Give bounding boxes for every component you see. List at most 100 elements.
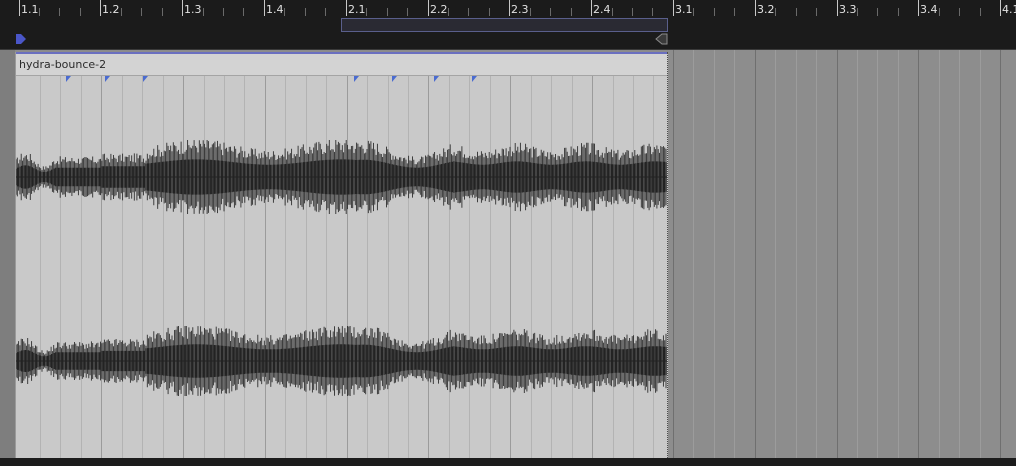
grid-line (939, 50, 940, 458)
clip-header[interactable]: hydra-bounce-2 (16, 54, 667, 76)
ruler-beat-tick (673, 0, 674, 16)
loop-end-marker-icon[interactable] (654, 33, 668, 45)
clip-name: hydra-bounce-2 (19, 58, 107, 71)
bottom-scrollbar[interactable] (0, 458, 1016, 466)
transient-marker-icon[interactable] (105, 76, 110, 82)
ruler-subdivision-tick (693, 8, 694, 16)
clip-grid-line (40, 76, 41, 458)
clip-grid-line (428, 76, 429, 458)
grid-line (775, 50, 776, 458)
grid-line (714, 50, 715, 458)
timeline-ruler[interactable]: 1.1 1.2 1.3 1.4 2.1 2.2 2.3 2.4 3.1 3.2 3.3 3.4 4.1 (0, 0, 1016, 50)
ruler-subdivision-tick (80, 8, 81, 16)
ruler-subdivision-tick (939, 8, 940, 16)
loop-region[interactable] (341, 18, 668, 32)
grid-line (693, 50, 694, 458)
transient-marker-icon[interactable] (66, 76, 71, 82)
ruler-subdivision-tick (980, 8, 981, 16)
clip-grid-line (163, 76, 164, 458)
ruler-beat-tick (837, 0, 838, 16)
clip-grid-line (551, 76, 552, 458)
clip-body[interactable] (16, 76, 667, 458)
ruler-beat-tick (182, 0, 183, 16)
ruler-beat-label: 2.2 (430, 3, 448, 16)
ruler-subdivision-tick (366, 8, 367, 16)
transient-marker-icon[interactable] (143, 76, 148, 82)
ruler-beat-label: 2.1 (348, 3, 366, 16)
clip-grid-line (204, 76, 205, 458)
ruler-beat-tick (591, 0, 592, 16)
ruler-beat-label: 1.1 (21, 3, 39, 16)
clip-grid-line (244, 76, 245, 458)
ruler-subdivision-tick (141, 8, 142, 16)
ruler-subdivision-tick (877, 8, 878, 16)
ruler-beat-tick (509, 0, 510, 16)
ruler-subdivision-tick (632, 8, 633, 16)
clip-grid-line (285, 76, 286, 458)
clip-grid-line (653, 76, 654, 458)
grid-line (1000, 50, 1001, 458)
ruler-subdivision-tick (489, 8, 490, 16)
ruler-beat-label: 2.3 (511, 3, 529, 16)
grid-line (734, 50, 735, 458)
ruler-subdivision-tick (734, 8, 735, 16)
ruler-subdivision-tick (857, 8, 858, 16)
clip-grid-line (572, 76, 573, 458)
clip-grid-line (633, 76, 634, 458)
clip-grid-line (388, 76, 389, 458)
grid-line (959, 50, 960, 458)
ruler-beat-label: 3.2 (757, 3, 775, 16)
clip-grid-line (490, 76, 491, 458)
ruler-subdivision-tick (612, 8, 613, 16)
clip-grid-line (347, 76, 348, 458)
ruler-beat-tick (264, 0, 265, 16)
clip-grid-line (510, 76, 511, 458)
ruler-beat-label: 1.2 (102, 3, 120, 16)
grid-line (755, 50, 756, 458)
ruler-subdivision-tick (775, 8, 776, 16)
ruler-subdivision-tick (571, 8, 572, 16)
clip-grid-line (367, 76, 368, 458)
ruler-beat-tick (100, 0, 101, 16)
clip-grid-line (224, 76, 225, 458)
grid-line (918, 50, 919, 458)
waveform-channel-right (16, 326, 667, 396)
ruler-beat-tick (428, 0, 429, 16)
ruler-subdivision-tick (796, 8, 797, 16)
playhead-start-marker-icon[interactable] (15, 33, 27, 45)
grid-line (673, 50, 674, 458)
clip-grid-line (592, 76, 593, 458)
clip-grid-line (531, 76, 532, 458)
ruler-beat-label: 3.4 (920, 3, 938, 16)
clip-grid-line (60, 76, 61, 458)
transient-marker-icon[interactable] (472, 76, 477, 82)
ruler-beat-tick (918, 0, 919, 16)
ruler-subdivision-tick (284, 8, 285, 16)
ruler-subdivision-tick (387, 8, 388, 16)
transient-marker-icon[interactable] (392, 76, 397, 82)
clip-grid-line (469, 76, 470, 458)
ruler-beat-tick (19, 0, 20, 16)
track-lane[interactable]: hydra-bounce-2 (0, 50, 1016, 458)
ruler-subdivision-tick (305, 8, 306, 16)
empty-lane-area[interactable] (668, 50, 1016, 458)
ruler-beat-tick (755, 0, 756, 16)
transient-marker-icon[interactable] (434, 76, 439, 82)
clip-grid-line (265, 76, 266, 458)
track-gutter (0, 50, 15, 458)
audio-clip[interactable]: hydra-bounce-2 (15, 52, 668, 458)
transient-marker-icon[interactable] (354, 76, 359, 82)
clip-grid-line (101, 76, 102, 458)
ruler-subdivision-tick (121, 8, 122, 16)
ruler-beat-tick (1000, 0, 1001, 16)
clip-grid-line (306, 76, 307, 458)
ruler-beat-tick (346, 0, 347, 16)
ruler-subdivision-tick (448, 8, 449, 16)
ruler-subdivision-tick (652, 8, 653, 16)
grid-line (877, 50, 878, 458)
ruler-subdivision-tick (468, 8, 469, 16)
clip-grid-line (142, 76, 143, 458)
clip-grid-line (613, 76, 614, 458)
ruler-subdivision-tick (407, 8, 408, 16)
ruler-subdivision-tick (714, 8, 715, 16)
